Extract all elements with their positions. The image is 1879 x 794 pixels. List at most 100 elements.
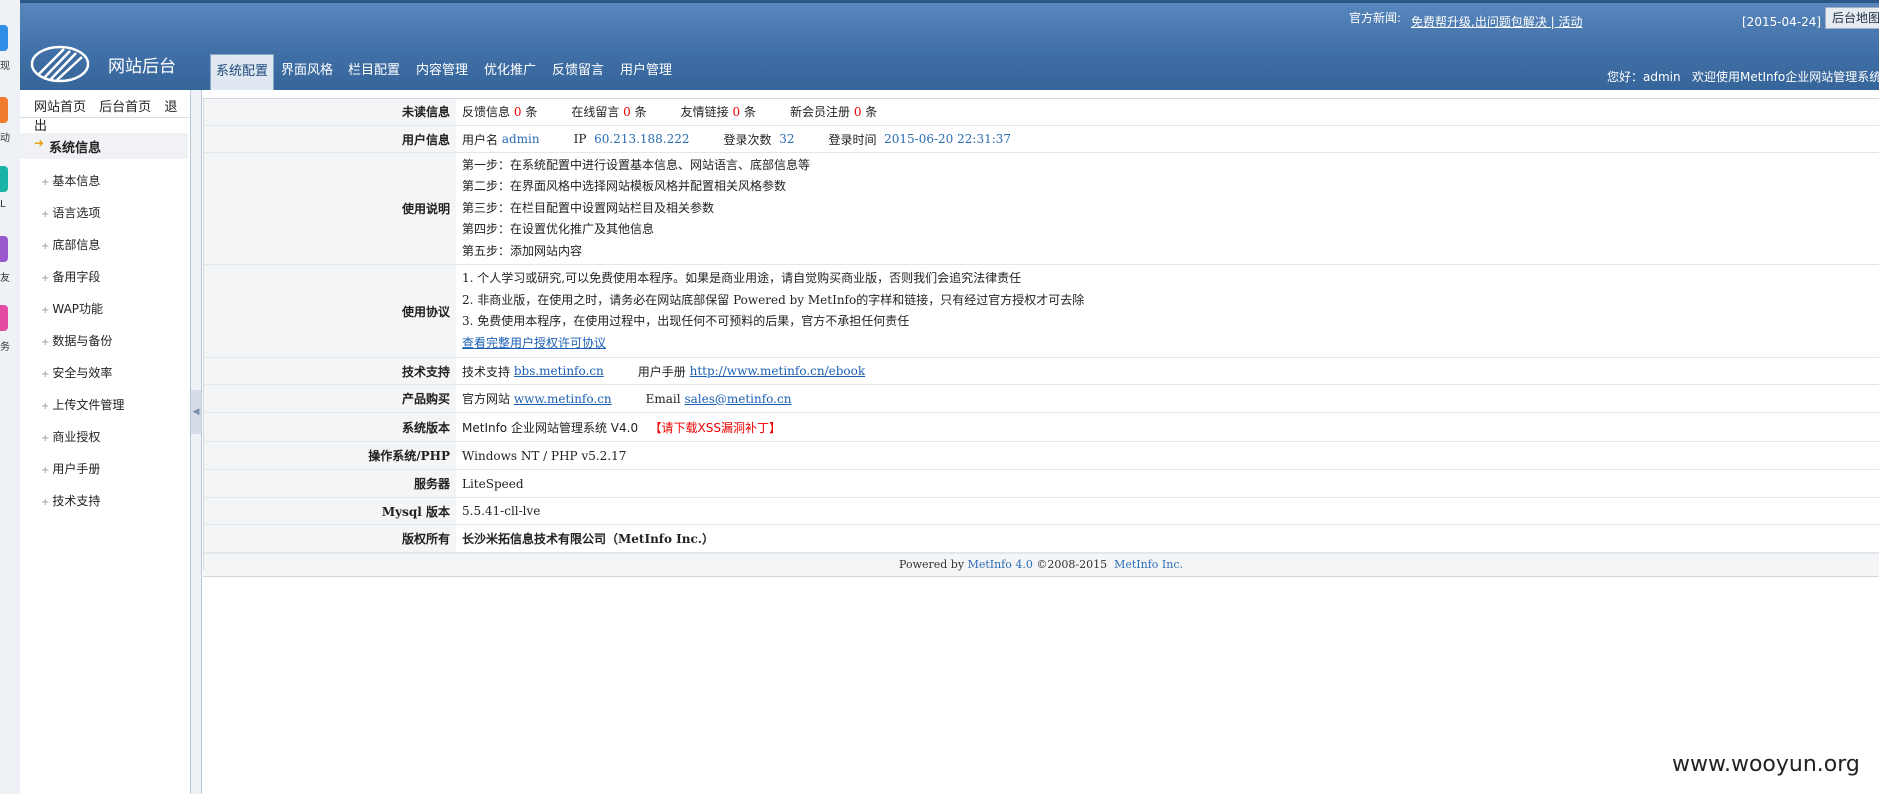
product-link[interactable]: MetInfo 4.0 — [968, 558, 1033, 571]
sidebar-item-license[interactable]: + 商业授权 — [41, 428, 100, 445]
members-count[interactable]: 0 — [854, 105, 862, 119]
collapse-arrow-icon[interactable]: ◀ — [191, 390, 201, 434]
app-label-4: 友 — [0, 273, 10, 284]
row-label: 系统版本 — [203, 413, 456, 441]
row-label: 用户信息 — [203, 126, 456, 152]
tab-column-config[interactable]: 栏目配置 — [344, 54, 404, 88]
tab-label: 优化推广 — [483, 63, 536, 78]
plus-icon: + — [41, 241, 50, 252]
plus-icon: + — [41, 433, 50, 444]
message-label: 在线留言 — [571, 105, 620, 119]
sidebar-item-wap[interactable]: + WAP功能 — [41, 300, 103, 317]
sidebar-item-footer-info[interactable]: + 底部信息 — [41, 236, 100, 253]
sidebar-item-label: 基本信息 — [52, 174, 101, 188]
row-agreement: 使用协议 1. 个人学习或研究,可以免费使用本程序。如果是商业用途，请自觉购买商… — [203, 265, 1879, 358]
sidebar-item-label: 数据与备份 — [52, 334, 113, 348]
news-link[interactable]: 免费帮升级,出问题包解决 | 活动 — [1411, 13, 1583, 30]
row-value: Windows NT / PHP v5.2.17 — [462, 448, 627, 463]
sidebar-item-manual[interactable]: + 用户手册 — [41, 460, 100, 477]
row-user-info: 用户信息 用户名 admin IP 60.213.188.222 登录次数 32… — [203, 126, 1879, 153]
sidebar-item-security[interactable]: + 安全与效率 — [41, 364, 112, 381]
app-icon-4[interactable] — [0, 236, 8, 262]
tab-label: 栏目配置 — [347, 63, 400, 78]
message-unit: 条 — [634, 105, 647, 119]
plus-icon: + — [41, 305, 50, 316]
logins-label: 登录次数 — [723, 132, 772, 147]
company-link[interactable]: MetInfo Inc. — [1114, 558, 1183, 571]
sidebar-item-upload-files[interactable]: + 上传文件管理 — [41, 396, 124, 413]
usage-step: 第四步：在设置优化推广及其他信息 — [462, 222, 655, 237]
row-copyright: 版权所有 长沙米拓信息技术有限公司（MetInfo Inc.） — [203, 525, 1879, 553]
sidebar-item-basic-info[interactable]: + 基本信息 — [41, 172, 100, 189]
tech-support-link[interactable]: bbs.metinfo.cn — [514, 364, 604, 378]
tab-content-manage[interactable]: 内容管理 — [412, 54, 472, 88]
links-count[interactable]: 0 — [733, 105, 741, 119]
sidebar-section-system-info[interactable]: ➜ 系统信息 — [20, 133, 188, 159]
tab-system-config[interactable]: 系统配置 — [210, 54, 274, 90]
full-license-link[interactable]: 查看完整用户授权许可协议 — [462, 336, 606, 350]
row-value: LiteSpeed — [462, 476, 524, 491]
email-link[interactable]: sales@metinfo.cn — [684, 392, 791, 406]
row-value: 技术支持 bbs.metinfo.cn 用户手册 http://www.meti… — [456, 358, 1879, 384]
app-strip: 现 动 L 友 务 — [0, 0, 21, 794]
feedback-count[interactable]: 0 — [514, 105, 522, 119]
row-usage: 使用说明 第一步：在系统配置中进行设置基本信息、网站语言、底部信息等 第二步：在… — [203, 153, 1879, 265]
row-label: 使用说明 — [203, 153, 456, 264]
app-icon-3[interactable] — [0, 166, 8, 192]
sidebar-item-support[interactable]: + 技术支持 — [41, 492, 100, 509]
ip-label: IP — [573, 132, 587, 146]
plus-icon: + — [41, 177, 50, 188]
link-site-home[interactable]: 网站首页 — [34, 100, 86, 115]
xss-patch-link[interactable]: 【请下载XSS漏洞补丁】 — [650, 419, 781, 436]
site-title: 网站后台 — [108, 57, 176, 77]
tab-interface-style[interactable]: 界面风格 — [277, 54, 337, 88]
row-value: 长沙米拓信息技术有限公司（MetInfo Inc.） — [462, 532, 714, 546]
row-label: 使用协议 — [203, 265, 456, 357]
tab-label: 内容管理 — [415, 63, 468, 78]
tab-label: 反馈留言 — [551, 63, 604, 78]
sidebar-top-links: 网站首页 后台首页 退出 — [34, 96, 190, 134]
row-label: 服务器 — [203, 470, 456, 497]
sidebar-section-label: 系统信息 — [49, 141, 102, 156]
row-label: 操作系统/PHP — [203, 442, 456, 469]
metinfo-logo-icon — [30, 45, 90, 83]
official-site-link[interactable]: www.metinfo.cn — [514, 392, 612, 406]
row-support: 技术支持 技术支持 bbs.metinfo.cn 用户手册 http://www… — [203, 358, 1879, 385]
row-mysql: Mysql 版本 5.5.41-cll-lve — [203, 498, 1879, 525]
agreement-line: 1. 个人学习或研究,可以免费使用本程序。如果是商业用途，请自觉购买商业版，否则… — [462, 271, 1022, 285]
tab-seo-promotion[interactable]: 优化推广 — [480, 54, 540, 88]
sidebar-item-backup[interactable]: + 数据与备份 — [41, 332, 112, 349]
app-icon-2[interactable] — [0, 97, 8, 123]
row-value: MetInfo 企业网站管理系统 V4.0 【请下载XSS漏洞补丁】 — [456, 413, 1879, 441]
row-label: 技术支持 — [203, 358, 456, 384]
row-value: 反馈信息 0 条 在线留言 0 条 友情链接 0 条 新会员注册 0 条 — [456, 98, 1879, 125]
sidebar-item-language[interactable]: + 语言选项 — [41, 204, 100, 221]
news-label: 官方新闻: — [1349, 11, 1402, 25]
app-label-3: L — [0, 199, 6, 210]
sidebar-item-spare-fields[interactable]: + 备用字段 — [41, 268, 100, 285]
tab-user-manage[interactable]: 用户管理 — [616, 54, 676, 88]
row-value: 5.5.41-cll-lve — [462, 504, 541, 518]
usage-step: 第五步：添加网站内容 — [462, 243, 583, 258]
app-label-2: 动 — [0, 133, 10, 144]
row-server: 服务器 LiteSpeed — [203, 470, 1879, 498]
manual-link[interactable]: http://www.metinfo.cn/ebook — [690, 364, 866, 378]
links-unit: 条 — [743, 105, 756, 119]
watermark-text: www.wooyun.org — [1672, 752, 1860, 777]
app-icon-1[interactable] — [0, 25, 8, 51]
powered-by-text: Powered by — [898, 558, 965, 571]
login-time-value: 2015-06-20 22:31:37 — [884, 132, 1012, 146]
sidebar-item-label: 商业授权 — [52, 430, 101, 444]
sidebar-item-label: 上传文件管理 — [52, 398, 125, 412]
row-unread: 未读信息 反馈信息 0 条 在线留言 0 条 友情链接 0 条 新会员注册 0 … — [203, 98, 1879, 126]
app-icon-5[interactable] — [0, 305, 8, 331]
link-admin-home[interactable]: 后台首页 — [99, 100, 151, 115]
row-version: 系统版本 MetInfo 企业网站管理系统 V4.0 【请下载XSS漏洞补丁】 — [203, 413, 1879, 442]
tab-label: 界面风格 — [280, 63, 333, 78]
official-site-label: 官方网站 — [462, 392, 511, 406]
message-count[interactable]: 0 — [623, 105, 631, 119]
plus-icon: + — [41, 273, 50, 284]
members-label: 新会员注册 — [789, 105, 850, 119]
tab-feedback[interactable]: 反馈留言 — [548, 54, 608, 88]
sitemap-button[interactable]: 后台地图 — [1825, 7, 1879, 29]
